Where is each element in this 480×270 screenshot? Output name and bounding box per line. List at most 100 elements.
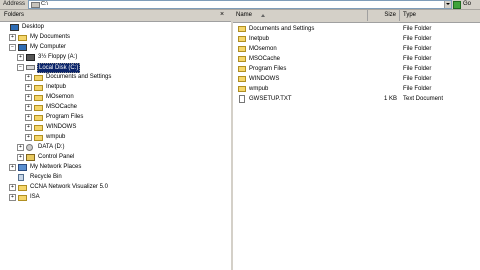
folders-title: Folders <box>4 12 25 18</box>
collapse-icon[interactable]: − <box>17 64 24 71</box>
folder-icon <box>34 115 43 121</box>
expand-icon[interactable]: + <box>25 114 32 121</box>
folder-icon <box>34 95 43 101</box>
expand-icon[interactable]: + <box>9 184 16 191</box>
tree-item[interactable]: Desktop <box>0 23 231 32</box>
file-list-pane: Name Size Type Documents and Settings Fil… <box>233 10 480 270</box>
tree-item-label: DATA (D:) <box>38 144 65 150</box>
file-name: Documents and Settings <box>249 26 315 32</box>
file-row[interactable]: Inetpub File Folder <box>233 34 480 44</box>
file-type: Text Document <box>403 96 444 102</box>
expand-icon[interactable]: + <box>9 34 16 41</box>
file-name: wmpub <box>249 86 269 92</box>
file-type: File Folder <box>403 36 432 42</box>
folder-icon <box>238 66 246 72</box>
close-icon[interactable]: × <box>218 11 226 19</box>
folder-icon <box>18 195 27 201</box>
expand-icon[interactable]: + <box>25 104 32 111</box>
expand-icon[interactable]: + <box>17 54 24 61</box>
tree-item[interactable]: + Program Files <box>0 113 231 122</box>
collapse-icon[interactable]: − <box>9 44 16 51</box>
file-row[interactable]: wmpub File Folder <box>233 84 480 94</box>
address-input[interactable]: C:\ <box>28 0 452 9</box>
tree-item[interactable]: − Local Disk (C:) <box>0 63 231 73</box>
tree-item[interactable]: + WINDOWS <box>0 123 231 132</box>
tree-item-label: wmpub <box>46 134 66 140</box>
tree-item[interactable]: + My Network Places <box>0 163 231 172</box>
expand-icon[interactable]: + <box>25 74 32 81</box>
tree-item[interactable]: + MOsemon <box>0 93 231 102</box>
file-name: Inetpub <box>249 36 270 42</box>
tree-item-label: Control Panel <box>38 154 75 160</box>
tree-item-label: Recycle Bin <box>30 174 62 180</box>
column-header-type[interactable]: Type <box>400 10 480 21</box>
tree-item-label: CCNA Network Visualizer 5.0 <box>30 184 108 190</box>
desktop-icon <box>10 24 19 31</box>
file-name: MOsemon <box>249 46 277 52</box>
expand-icon[interactable]: + <box>17 154 24 161</box>
tree-item[interactable]: + Documents and Settings <box>0 73 231 82</box>
tree-item[interactable]: + My Documents <box>0 33 231 42</box>
tree-item-label: ISA <box>30 194 40 200</box>
tree-item-label: Documents and Settings <box>46 74 112 80</box>
folder-icon <box>34 75 43 81</box>
tree-item[interactable]: − My Computer <box>0 43 231 52</box>
expand-icon[interactable]: + <box>9 164 16 171</box>
tree-item[interactable]: + ISA <box>0 193 231 202</box>
tree-item-label: My Network Places <box>30 164 82 170</box>
tree-item[interactable]: + MSOCache <box>0 103 231 112</box>
file-row[interactable]: Documents and Settings File Folder <box>233 24 480 34</box>
tree-item-label: WINDOWS <box>46 124 77 130</box>
expand-icon[interactable]: + <box>25 84 32 91</box>
column-header-size[interactable]: Size <box>368 10 400 21</box>
tree-item[interactable]: + Control Panel <box>0 153 231 162</box>
expand-icon[interactable]: + <box>9 194 16 201</box>
file-type: File Folder <box>403 46 432 52</box>
column-name-label: Name <box>236 12 253 18</box>
file-size: 1 KB <box>383 96 397 102</box>
file-row[interactable]: MOsemon File Folder <box>233 44 480 54</box>
tree-item-label: Desktop <box>22 24 45 30</box>
file-row[interactable]: MSOCache File Folder <box>233 54 480 64</box>
file-row[interactable]: GWSETUP.TXT 1 KB Text Document <box>233 94 480 104</box>
tree-item[interactable]: +3½ Floppy (A:) <box>0 53 231 62</box>
tree-item[interactable]: + wmpub <box>0 133 231 142</box>
file-row[interactable]: WINDOWS File Folder <box>233 74 480 84</box>
column-header-name[interactable]: Name <box>233 10 368 21</box>
folder-icon <box>238 56 246 62</box>
folder-icon <box>34 105 43 111</box>
recycle-bin-icon <box>18 174 24 181</box>
control-panel-icon <box>26 154 35 161</box>
file-row[interactable]: Program Files File Folder <box>233 64 480 74</box>
expand-icon[interactable]: + <box>25 94 32 101</box>
file-type: File Folder <box>403 66 432 72</box>
tree-item-label: Local Disk (C:) <box>37 63 81 73</box>
column-size-label: Size <box>384 12 396 18</box>
file-type: File Folder <box>403 56 432 62</box>
file-type: File Folder <box>403 26 432 32</box>
list-header: Name Size Type <box>233 10 480 23</box>
tree-item[interactable]: + Inetpub <box>0 83 231 92</box>
expand-icon[interactable]: + <box>25 124 32 131</box>
tree-item-label: Inetpub <box>46 84 67 90</box>
address-value[interactable]: C:\ <box>41 1 48 8</box>
go-button[interactable]: Go <box>452 0 478 9</box>
expand-icon[interactable]: + <box>25 134 32 141</box>
folders-pane: Folders × Desktop + My Documents − My Comput… <box>0 10 233 270</box>
tree-item[interactable]: + DATA (D:) <box>0 143 231 152</box>
drive-icon <box>31 2 40 8</box>
computer-icon <box>18 44 27 51</box>
tree-item-label: MOsemon <box>46 94 74 100</box>
tree-item-label: Program Files <box>46 114 84 120</box>
address-dropdown-button[interactable] <box>444 1 451 8</box>
expand-icon[interactable]: + <box>17 144 24 151</box>
tree-item[interactable]: + CCNA Network Visualizer 5.0 <box>0 183 231 192</box>
folder-icon <box>34 125 43 131</box>
folder-icon <box>18 35 27 41</box>
tree-item[interactable]: Recycle Bin <box>0 173 231 182</box>
address-label: Address <box>3 1 26 7</box>
folder-icon <box>18 185 27 191</box>
address-bar: Address C:\ Go <box>0 0 480 10</box>
folder-icon <box>238 76 246 82</box>
folder-icon <box>238 26 246 32</box>
